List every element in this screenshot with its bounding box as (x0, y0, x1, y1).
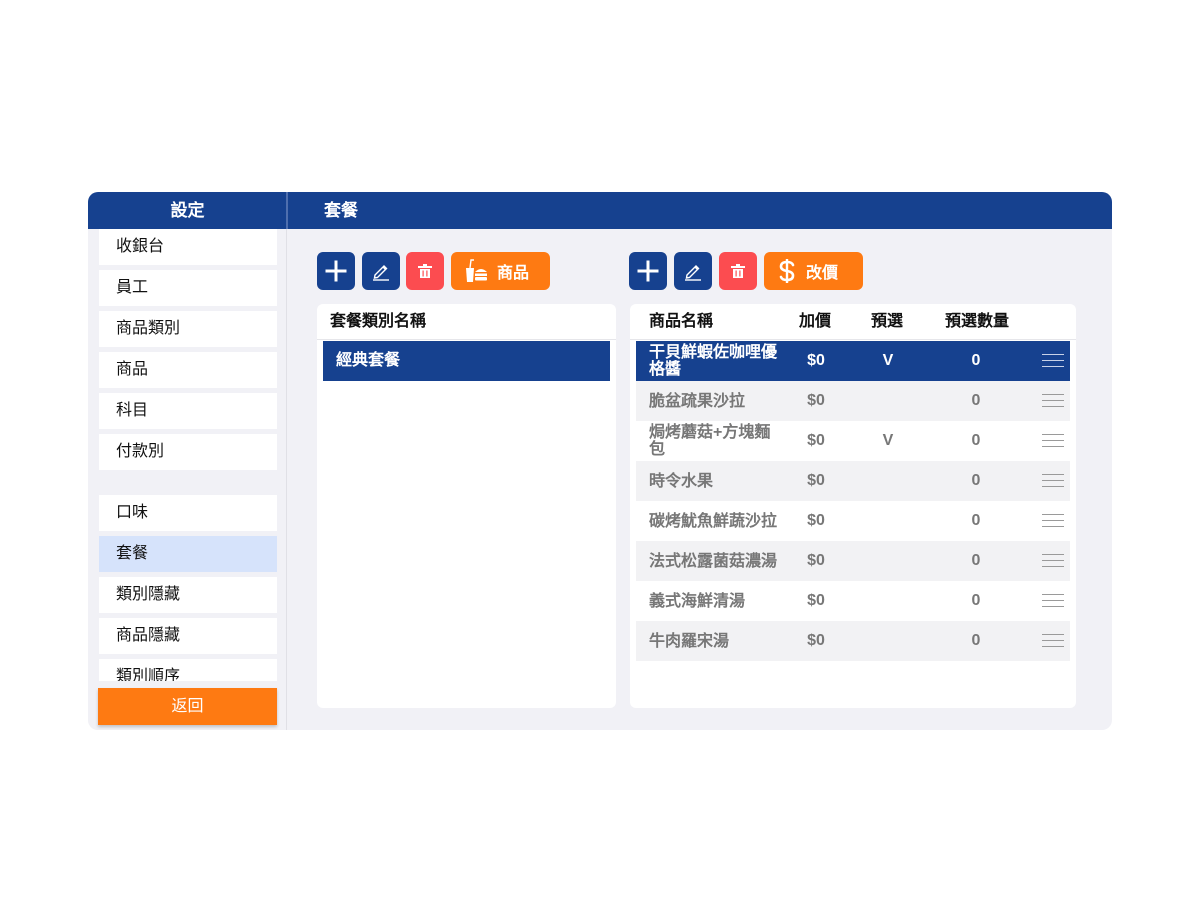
plus-icon (325, 260, 347, 282)
set-products-panel: 商品名稱 加價 預選 預選數量 干貝鮮蝦佐咖哩優格醬 $0 V 0 脆盆疏果沙拉… (630, 304, 1076, 708)
col-header-default: 預選 (871, 313, 904, 330)
change-price-button[interactable]: 改價 (764, 252, 863, 290)
table-row[interactable]: 義式海鮮清湯 $0 0 (636, 581, 1070, 621)
page-title: 套餐 (324, 201, 358, 220)
table-row[interactable]: 干貝鮮蝦佐咖哩優格醬 $0 V 0 (636, 341, 1070, 381)
product-price: $0 (807, 472, 825, 489)
sidebar-item-payment-types[interactable]: 付款別 (99, 434, 277, 470)
edit-category-button[interactable] (362, 252, 400, 290)
edit-product-button[interactable] (674, 252, 712, 290)
product-price: $0 (807, 552, 825, 569)
product-name: 法式松露菌菇濃湯 (649, 552, 778, 570)
product-price: $0 (807, 632, 825, 649)
table-row[interactable]: 脆盆疏果沙拉 $0 0 (636, 381, 1070, 421)
product-default (858, 501, 918, 541)
product-name: 時令水果 (649, 472, 714, 490)
product-qty: 0 (971, 632, 981, 649)
delete-product-button[interactable] (719, 252, 757, 290)
sidebar-item-staff[interactable]: 員工 (99, 270, 277, 306)
product-default (858, 581, 918, 621)
category-name-header: 套餐類別名稱 (330, 313, 427, 330)
category-row[interactable]: 經典套餐 (323, 341, 610, 381)
col-header-qty: 預選數量 (945, 313, 1010, 330)
add-category-button[interactable] (317, 252, 355, 290)
product-name: 脆盆疏果沙拉 (649, 392, 746, 410)
product-default (858, 461, 918, 501)
sidebar: 收銀台 員工 商品類別 商品 科目 付款別 口味 套餐 類別隱藏 商品隱藏 類別… (88, 229, 287, 730)
table-row[interactable]: 碳烤魷魚鮮蔬沙拉 $0 0 (636, 501, 1070, 541)
trash-icon (731, 264, 745, 278)
product-name: 焗烤蘑菇+方塊麵包 (649, 424, 771, 458)
product-qty: 0 (971, 512, 981, 529)
trash-icon (418, 264, 432, 278)
table-row[interactable]: 焗烤蘑菇+方塊麵包 $0 V 0 (636, 421, 1070, 461)
products-table-header: 商品名稱 加價 預選 預選數量 (630, 304, 1076, 340)
product-name: 干貝鮮蝦佐咖哩優格醬 (649, 344, 778, 378)
product-qty: 0 (971, 472, 981, 489)
product-name: 碳烤魷魚鮮蔬沙拉 (649, 512, 778, 530)
sidebar-item-set-meals[interactable]: 套餐 (99, 536, 277, 572)
add-product-button[interactable] (629, 252, 667, 290)
product-qty: 0 (971, 392, 981, 409)
dollar-icon (779, 259, 795, 283)
set-category-panel: 套餐類別名稱 經典套餐 (317, 304, 616, 708)
change-price-label: 改價 (806, 265, 839, 282)
back-button[interactable]: 返回 (98, 688, 277, 725)
product-price: $0 (807, 512, 825, 529)
product-qty: 0 (971, 592, 981, 609)
sidebar-item-accounts[interactable]: 科目 (99, 393, 277, 429)
table-row[interactable]: 法式松露菌菇濃湯 $0 0 (636, 541, 1070, 581)
pencil-icon (685, 265, 701, 281)
top-bar: 設定 套餐 (88, 192, 1112, 229)
sidebar-item-product-category[interactable]: 商品類別 (99, 311, 277, 347)
product-default (858, 381, 918, 421)
sidebar-item-hide-categories[interactable]: 類別隱藏 (99, 577, 277, 613)
sidebar-item-cashier[interactable]: 收銀台 (99, 229, 277, 265)
drag-handle-icon[interactable] (1042, 392, 1064, 410)
product-default (858, 621, 918, 661)
product-default: V (882, 352, 894, 369)
product-default (858, 541, 918, 581)
sidebar-menu[interactable]: 收銀台 員工 商品類別 商品 科目 付款別 口味 套餐 類別隱藏 商品隱藏 類別… (99, 229, 277, 681)
product-default: V (882, 432, 894, 449)
drag-handle-icon[interactable] (1042, 512, 1064, 530)
product-price: $0 (807, 392, 825, 409)
drag-handle-icon[interactable] (1042, 592, 1064, 610)
settings-title: 設定 (170, 201, 205, 220)
sidebar-item-flavors[interactable]: 口味 (99, 495, 277, 531)
food-icon (466, 259, 487, 282)
table-row[interactable]: 牛肉羅宋湯 $0 0 (636, 621, 1070, 661)
product-price: $0 (807, 432, 825, 449)
set-items-button[interactable]: 商品 (451, 252, 550, 290)
drag-handle-icon[interactable] (1042, 632, 1064, 650)
pencil-icon (373, 265, 389, 281)
sidebar-item-products[interactable]: 商品 (99, 352, 277, 388)
drag-handle-icon[interactable] (1042, 352, 1064, 370)
set-items-label: 商品 (497, 265, 530, 282)
category-column-header: 套餐類別名稱 (317, 304, 616, 340)
drag-handle-icon[interactable] (1042, 552, 1064, 570)
sidebar-item-category-order[interactable]: 類別順序 (99, 659, 277, 681)
product-qty: 0 (971, 352, 981, 369)
header-divider (286, 192, 288, 229)
drag-handle-icon[interactable] (1042, 432, 1064, 450)
product-qty: 0 (971, 432, 981, 449)
product-name: 義式海鮮清湯 (649, 592, 746, 610)
product-qty: 0 (971, 552, 981, 569)
settings-window: 設定 套餐 收銀台 員工 商品類別 商品 科目 付款別 口味 套餐 類別隱藏 商… (88, 192, 1112, 730)
product-name: 牛肉羅宋湯 (649, 632, 730, 650)
delete-category-button[interactable] (406, 252, 444, 290)
product-price: $0 (807, 592, 825, 609)
sidebar-item-hide-products[interactable]: 商品隱藏 (99, 618, 277, 654)
table-row[interactable]: 時令水果 $0 0 (636, 461, 1070, 501)
plus-icon (637, 260, 659, 282)
col-header-price: 加價 (799, 313, 832, 330)
product-price: $0 (807, 352, 825, 369)
col-header-name: 商品名稱 (649, 313, 714, 330)
drag-handle-icon[interactable] (1042, 472, 1064, 490)
